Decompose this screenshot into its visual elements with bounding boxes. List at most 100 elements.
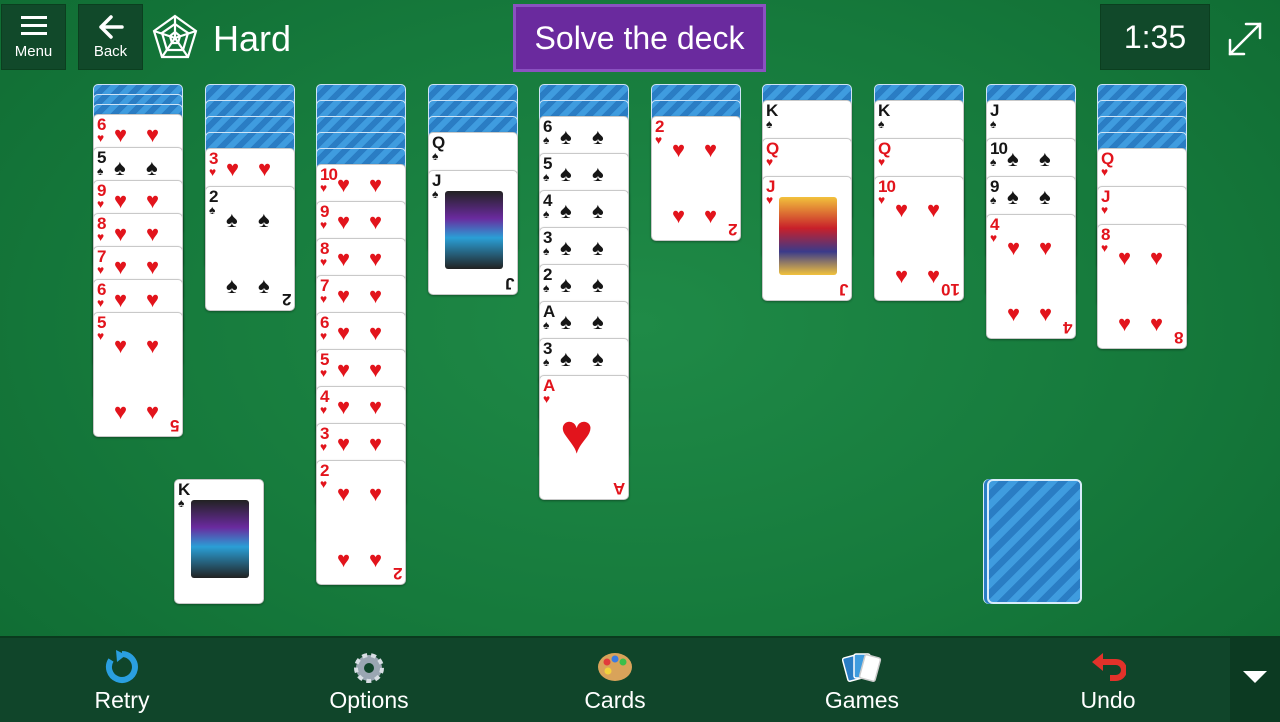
card-pip: ♥ xyxy=(146,333,160,358)
playing-card[interactable]: 10 ♥ ♥ ♥ ♥ ♥ 10 xyxy=(874,176,964,301)
playing-card[interactable]: 8 ♥ ♥ ♥ ♥ ♥ 8 xyxy=(1097,224,1187,349)
card-suit: ♥ xyxy=(766,155,774,169)
card-suit: ♥ xyxy=(320,477,328,491)
cards-button[interactable]: Cards xyxy=(540,638,690,722)
card-pip: ♠ xyxy=(146,155,158,180)
card-pip: ♥ xyxy=(895,197,909,222)
playing-card[interactable]: J ♥ J xyxy=(762,176,852,301)
card-pip: ♠ xyxy=(1007,184,1019,209)
difficulty-label: Hard xyxy=(213,18,292,59)
menu-label: Menu xyxy=(14,43,53,60)
card-suit: ♠ xyxy=(543,318,550,332)
completed-sequence-card: K ♠ xyxy=(174,479,264,604)
card-suit: ♥ xyxy=(97,230,105,244)
retry-label: Retry xyxy=(94,687,150,713)
retry-button[interactable]: Retry xyxy=(47,638,197,722)
card-pip: ♠ xyxy=(560,272,572,297)
retry-icon xyxy=(106,650,138,683)
card-suit: ♥ xyxy=(320,255,328,269)
card-suit: ♥ xyxy=(320,292,328,306)
playing-card[interactable]: 2 ♥ ♥ ♥ ♥ ♥ 2 xyxy=(316,460,406,585)
card-pip: ♥ xyxy=(369,283,383,308)
card-pip: ♠ xyxy=(560,161,572,186)
card-suit: ♥ xyxy=(1101,241,1109,255)
cards-fan-icon xyxy=(842,653,882,682)
hamburger-icon xyxy=(20,16,47,35)
options-button[interactable]: Options xyxy=(294,638,444,722)
back-label: Back xyxy=(93,43,128,60)
card-pip: ♠ xyxy=(1039,184,1051,209)
card-pip: ♥ xyxy=(337,394,351,419)
card-suit: ♠ xyxy=(543,281,550,295)
games-button[interactable]: Games xyxy=(787,638,937,722)
card-pip: ♥ xyxy=(369,431,383,456)
card-pip: ♠ xyxy=(592,198,604,223)
card-pip: ♥ xyxy=(369,394,383,419)
ace-pip: ♥ xyxy=(560,402,594,465)
card-suit: ♥ xyxy=(320,403,328,417)
card-pip: ♥ xyxy=(895,263,909,288)
card-pip: ♥ xyxy=(146,287,160,312)
playing-card[interactable]: J ♠ J xyxy=(428,170,518,295)
card-pip: ♥ xyxy=(369,357,383,382)
card-pip: ♥ xyxy=(337,246,351,271)
card-pip: ♥ xyxy=(114,221,128,246)
playing-card[interactable]: 5 ♥ ♥ ♥ ♥ ♥ 5 xyxy=(93,312,183,437)
card-pip: ♥ xyxy=(114,188,128,213)
card-pip: ♥ xyxy=(704,137,718,162)
card-pip: ♠ xyxy=(560,346,572,371)
card-suit: ♥ xyxy=(543,392,551,406)
goal-banner: Solve the deck xyxy=(513,4,766,72)
card-pip: ♠ xyxy=(592,272,604,297)
playing-card[interactable]: 2 ♥ ♥ ♥ ♥ ♥ 2 xyxy=(651,116,741,241)
more-button[interactable] xyxy=(1230,638,1280,722)
card-suit: ♠ xyxy=(543,170,550,184)
card-pip: ♠ xyxy=(592,124,604,149)
palette-icon xyxy=(598,653,632,681)
card-suit: ♥ xyxy=(990,231,998,245)
card-suit: ♥ xyxy=(320,440,328,454)
card-pip: ♥ xyxy=(114,122,128,147)
card-pip: ♥ xyxy=(369,481,383,506)
card-suit: ♥ xyxy=(766,193,774,207)
card-pip: ♥ xyxy=(672,137,686,162)
card-pip: ♠ xyxy=(592,235,604,260)
card-pip: ♠ xyxy=(1039,146,1051,171)
stock-pile[interactable] xyxy=(987,479,1082,604)
back-button[interactable]: Back xyxy=(78,4,143,70)
undo-button[interactable]: Undo xyxy=(1033,638,1183,722)
playing-card[interactable]: A ♥ ♥ A xyxy=(539,375,629,500)
card-pip: ♥ xyxy=(337,547,351,572)
card-pip: ♠ xyxy=(258,273,270,298)
card-suit: ♠ xyxy=(178,496,185,510)
card-suit: ♥ xyxy=(97,197,105,211)
card-suit: ♥ xyxy=(320,218,328,232)
card-suit: ♥ xyxy=(97,263,105,277)
card-pip: ♥ xyxy=(1118,311,1132,336)
card-pip: ♥ xyxy=(337,431,351,456)
card-pip: ♠ xyxy=(258,207,270,232)
card-rank-bottom: 2 xyxy=(281,290,291,309)
card-pip: ♠ xyxy=(560,309,572,334)
menu-button[interactable]: Menu xyxy=(1,4,66,70)
card-suit: ♠ xyxy=(878,117,885,131)
card-pip: ♠ xyxy=(226,207,238,232)
card-suit: ♠ xyxy=(97,164,104,178)
playing-card[interactable]: 2 ♠ ♠ ♠ ♠ ♠ 2 xyxy=(205,186,295,311)
card-pip: ♥ xyxy=(1007,301,1021,326)
undo-icon xyxy=(1092,653,1126,681)
card-rank-bottom: 8 xyxy=(1173,328,1183,347)
card-pip: ♥ xyxy=(146,221,160,246)
card-pip: ♥ xyxy=(369,172,383,197)
card-rank-bottom: 2 xyxy=(727,220,737,239)
card-suit: ♠ xyxy=(543,244,550,258)
card-pip: ♠ xyxy=(592,309,604,334)
card-suit: ♥ xyxy=(878,155,886,169)
fullscreen-icon[interactable] xyxy=(1226,20,1264,58)
timer: 1:35 xyxy=(1100,4,1210,70)
card-pip: ♥ xyxy=(114,399,128,424)
playing-card[interactable]: 4 ♥ ♥ ♥ ♥ ♥ 4 xyxy=(986,214,1076,339)
card-pip: ♥ xyxy=(337,283,351,308)
card-pip: ♥ xyxy=(1039,235,1053,260)
options-label: Options xyxy=(329,687,409,713)
